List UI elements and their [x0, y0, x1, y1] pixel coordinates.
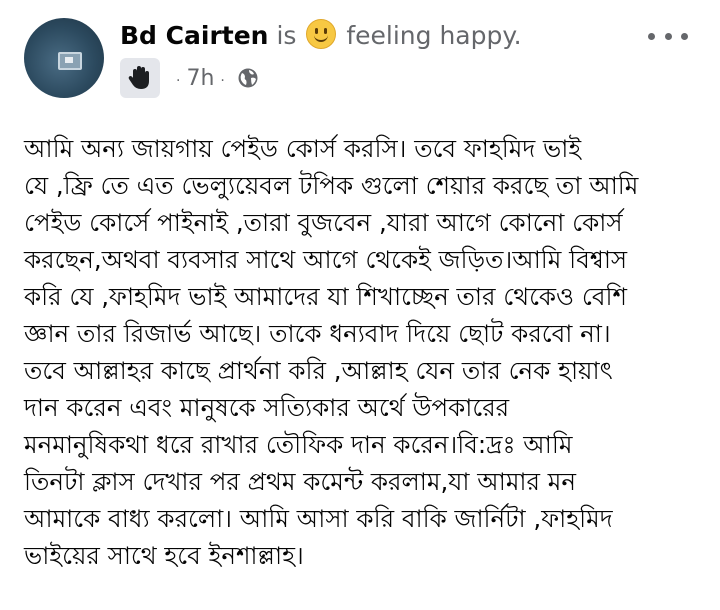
- meta-separator: ·: [220, 72, 225, 89]
- more-options-dot: [664, 32, 672, 40]
- smiley-face-icon: [306, 19, 337, 49]
- feeling-prefix: is: [276, 21, 297, 50]
- post-body-line: আমি অন্য জায়গায় পেইড কোর্স করসি। তবে ফ…: [24, 134, 582, 163]
- post-body-line: করি যে ,ফাহমিদ ভাই আমাদের যা শিখাচ্ছেন ত…: [24, 282, 627, 311]
- avatar-picture-frame: [58, 52, 82, 70]
- meta-separator: ·: [176, 72, 181, 89]
- post-body-line: আমাকে বাধ্য করলো। আমি আসা করি বাকি জার্ন…: [24, 504, 613, 533]
- waving-hand-icon[interactable]: [120, 58, 160, 98]
- post-meta: · 7h ·: [120, 58, 259, 98]
- author-avatar[interactable]: [24, 18, 104, 98]
- post-body-line: ভাইয়ের সাথে হবে ইনশাল্লাহ।: [24, 541, 304, 570]
- post-body-line: পেইড কোর্সে পাইনাই ,তারা বুজবেন ,যারা আগ…: [24, 208, 623, 237]
- post-body-line: দান করেন এবং মানুষকে সত্যিকার অর্থে উপকা…: [24, 393, 510, 422]
- post-body-line: জ্ঞান তার রিজার্ভ আছে। তাকে ধন্যবাদ দিয়…: [24, 319, 611, 348]
- author-name[interactable]: Bd Cairten: [120, 21, 268, 50]
- post-body-line: তিনটা ক্লাস দেখার পর প্রথম কমেন্ট করলাম,…: [24, 467, 577, 496]
- post-body: আমি অন্য জায়গায় পেইড কোর্স করসি। তবে ফ…: [24, 130, 696, 574]
- post-body-line: তবে আল্লাহর কাছে প্রার্থনা করি ,আল্লাহ য…: [24, 356, 613, 385]
- globe-icon[interactable]: [237, 67, 259, 89]
- post-body-line: করছেন,অথবা ব্যবসার সাথে আগে থেকেই জড়িত।…: [24, 245, 628, 274]
- post-body-line: যে ,ফ্রি তে এত ভেল্যুয়েবল টপিক গুলো শেয…: [24, 171, 639, 200]
- more-options-button[interactable]: [648, 24, 688, 48]
- post-body-line: মনমানুষিকথা ধরে রাখার তৌফিক দান করেন।বি:…: [24, 430, 573, 459]
- more-options-dot: [681, 32, 688, 40]
- post-header-line: Bd Cairten is feeling happy.: [120, 18, 522, 54]
- feeling-text: feeling happy.: [346, 21, 522, 50]
- post-meta-text: · 7h ·: [170, 66, 231, 91]
- more-options-icon: [648, 32, 655, 40]
- post-timestamp[interactable]: 7h: [186, 66, 214, 91]
